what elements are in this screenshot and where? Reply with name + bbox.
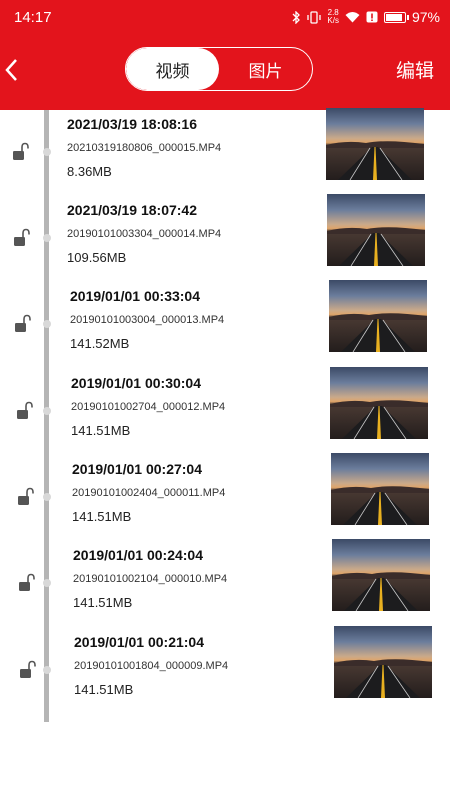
- video-info: 2019/01/01 00:24:04 20190101002104_00001…: [73, 547, 227, 610]
- unlock-icon: [19, 573, 35, 591]
- back-button[interactable]: [4, 58, 24, 86]
- battery-percent: 97%: [411, 9, 440, 25]
- vibrate-icon: [307, 10, 322, 24]
- video-datetime: 2019/01/01 00:21:04: [74, 634, 204, 650]
- lock-toggle[interactable]: [12, 142, 30, 162]
- video-info: 2019/01/01 00:33:04 20190101003004_00001…: [70, 288, 224, 351]
- video-filesize: 109.56MB: [67, 250, 127, 265]
- video-filesize: 141.52MB: [70, 336, 130, 351]
- video-info: 2019/01/01 00:30:04 20190101002704_00001…: [71, 375, 225, 438]
- edit-button[interactable]: 编辑: [396, 56, 434, 83]
- video-filename: 20190101002104_000010.MP4: [73, 573, 228, 585]
- video-item[interactable]: 2019/01/01 00:24:04 20190101002104_00001…: [0, 539, 450, 625]
- road-image: [330, 400, 428, 439]
- video-thumbnail[interactable]: [327, 194, 425, 266]
- wifi-icon: [345, 12, 360, 23]
- timeline-dot: [43, 148, 51, 156]
- lock-toggle[interactable]: [13, 228, 31, 248]
- video-filename: 20190101001804_000009.MP4: [74, 660, 229, 672]
- video-item[interactable]: 2019/01/01 00:27:04 20190101002404_00001…: [0, 453, 450, 539]
- bluetooth-icon: [292, 10, 301, 24]
- video-filename: 20190101003004_000013.MP4: [70, 314, 225, 326]
- video-datetime: 2021/03/19 18:08:16: [67, 116, 197, 132]
- video-filesize: 8.36MB: [67, 164, 112, 179]
- unlock-icon: [20, 660, 36, 678]
- video-thumbnail[interactable]: [331, 453, 429, 525]
- unlock-icon: [15, 314, 32, 332]
- status-time: 14:17: [14, 8, 52, 26]
- video-datetime: 2019/01/01 00:27:04: [72, 461, 202, 477]
- alert-icon: [366, 11, 378, 23]
- video-thumbnail[interactable]: [334, 626, 432, 698]
- video-filename: 20190101003304_000014.MP4: [67, 228, 222, 240]
- timeline-dot: [43, 234, 51, 242]
- video-info: 2019/01/01 00:27:04 20190101002404_00001…: [72, 461, 225, 524]
- unlock-icon: [14, 228, 30, 246]
- road-image: [327, 227, 425, 266]
- timeline-dot: [43, 407, 51, 415]
- nav-bar: 视频 图片 编辑: [0, 34, 450, 110]
- video-info: 2021/03/19 18:08:16 20210319180806_00001…: [67, 116, 221, 179]
- timeline-dot: [43, 579, 51, 587]
- tab-videos[interactable]: 视频: [126, 48, 219, 90]
- status-icons: 2.8 K/s 97%: [292, 9, 440, 25]
- timeline-dot: [43, 493, 51, 501]
- tab-pictures[interactable]: 图片: [219, 48, 312, 90]
- media-type-switch: 视频 图片: [125, 47, 313, 91]
- lock-toggle[interactable]: [17, 487, 35, 507]
- video-filesize: 141.51MB: [73, 595, 133, 610]
- video-datetime: 2019/01/01 00:33:04: [70, 288, 200, 304]
- unlock-icon: [13, 142, 29, 160]
- lock-toggle[interactable]: [19, 660, 37, 680]
- video-thumbnail[interactable]: [330, 367, 428, 439]
- timeline-dot: [43, 666, 51, 674]
- lock-toggle[interactable]: [18, 573, 36, 593]
- video-thumbnail[interactable]: [332, 539, 430, 611]
- road-image: [329, 313, 427, 352]
- video-filesize: 141.51MB: [72, 509, 132, 524]
- video-filesize: 141.51MB: [74, 682, 134, 697]
- video-info: 2019/01/01 00:21:04 20190101001804_00000…: [74, 634, 228, 697]
- lock-toggle[interactable]: [14, 314, 32, 334]
- video-thumbnail[interactable]: [329, 280, 427, 352]
- video-filesize: 141.51MB: [71, 423, 131, 438]
- video-item[interactable]: 2019/01/01 00:21:04 20190101001804_00000…: [0, 626, 450, 712]
- video-datetime: 2021/03/19 18:07:42: [67, 202, 197, 218]
- video-filename: 20190101002704_000012.MP4: [71, 401, 226, 413]
- video-filename: 20190101002404_000011.MP4: [72, 487, 226, 499]
- unlock-icon: [17, 487, 34, 505]
- road-image: [326, 141, 424, 180]
- video-thumbnail[interactable]: [326, 108, 424, 180]
- video-datetime: 2019/01/01 00:30:04: [71, 375, 201, 391]
- unlock-icon: [16, 401, 33, 419]
- video-item[interactable]: 2019/01/01 00:30:04 20190101002704_00001…: [0, 367, 450, 453]
- video-filename: 20210319180806_000015.MP4: [67, 142, 222, 154]
- chevron-left-icon: [5, 59, 17, 81]
- network-speed: 2.8 K/s: [327, 9, 339, 25]
- lock-toggle[interactable]: [16, 401, 34, 421]
- video-item[interactable]: 2021/03/19 18:07:42 20190101003304_00001…: [0, 194, 450, 280]
- road-image: [331, 486, 429, 525]
- video-datetime: 2019/01/01 00:24:04: [73, 547, 203, 563]
- network-speed-unit: K/s: [327, 16, 339, 25]
- battery-icon: [383, 11, 409, 23]
- video-item[interactable]: 2019/01/01 00:33:04 20190101003004_00001…: [0, 280, 450, 366]
- timeline-dot: [43, 320, 51, 328]
- video-info: 2021/03/19 18:07:42 20190101003304_00001…: [67, 202, 221, 265]
- status-bar: 14:17 2.8 K/s 97%: [0, 0, 450, 34]
- video-item[interactable]: 2021/03/19 18:08:16 20210319180806_00001…: [0, 108, 450, 194]
- road-image: [332, 572, 430, 611]
- road-image: [334, 659, 432, 698]
